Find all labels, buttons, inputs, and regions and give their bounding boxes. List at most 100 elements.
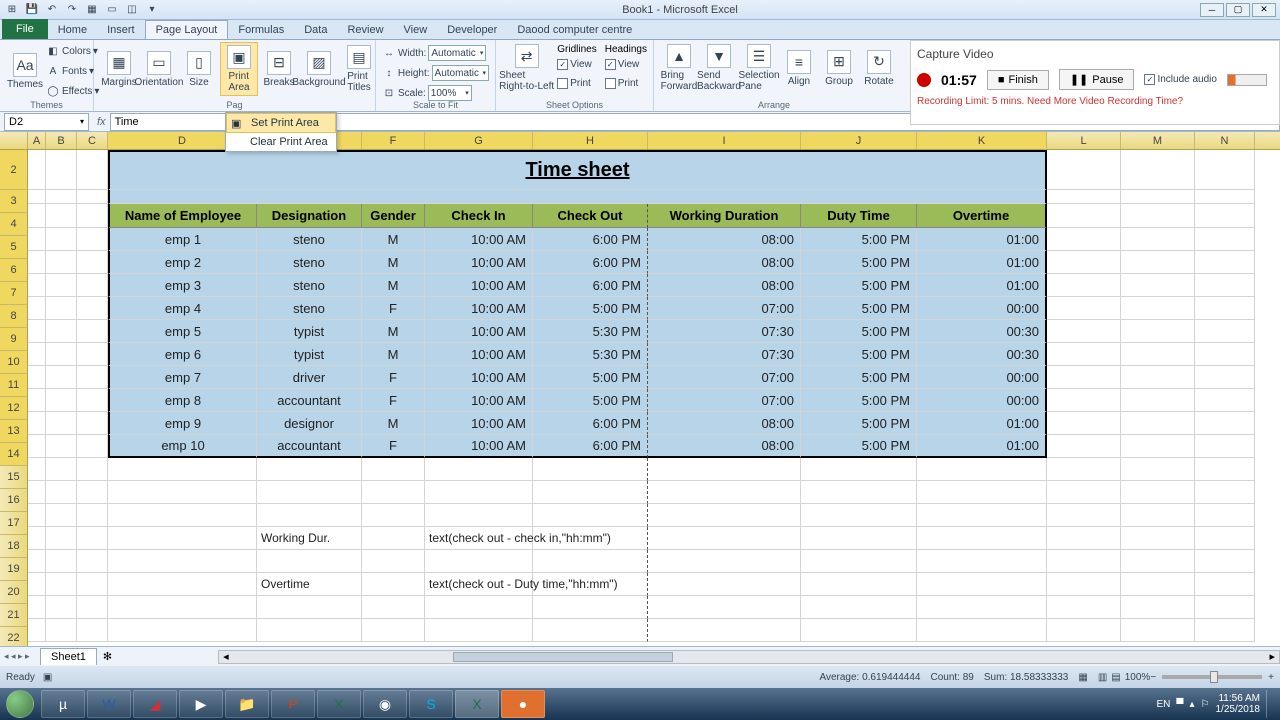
cell[interactable] [648,527,801,550]
pause-button[interactable]: ❚❚Pause [1059,69,1135,90]
cell[interactable] [917,573,1047,596]
col-A[interactable]: A [28,132,46,149]
maximize-button[interactable]: ▢ [1226,3,1250,17]
tab-view[interactable]: View [394,21,438,39]
cell[interactable] [77,573,108,596]
cell[interactable] [108,481,257,504]
col-J[interactable]: J [801,132,917,149]
cell[interactable] [77,619,108,642]
save-icon[interactable]: 💾 [24,2,40,18]
cell[interactable] [362,596,425,619]
cell[interactable] [1195,343,1255,366]
cell[interactable]: 5:00 PM [801,274,917,297]
cell[interactable] [533,504,648,527]
new-sheet-button[interactable]: ✻ [97,650,118,663]
gridlines-print-check[interactable]: Print [557,75,596,93]
cell[interactable] [425,504,533,527]
cell[interactable] [1195,251,1255,274]
cell[interactable] [533,619,648,642]
cell[interactable] [1047,320,1121,343]
cell[interactable]: driver [257,366,362,389]
tray-clock[interactable]: 11:56 AM 1/25/2018 [1216,693,1261,715]
cell[interactable] [108,619,257,642]
orientation-button[interactable]: ▭Orientation [140,49,178,90]
tab-developer[interactable]: Developer [437,21,507,39]
cell[interactable]: steno [257,228,362,251]
col-C[interactable]: C [77,132,108,149]
cell[interactable] [1195,573,1255,596]
cell[interactable] [46,412,77,435]
cell[interactable] [28,481,46,504]
fx-icon[interactable]: fx [97,116,106,128]
cell[interactable]: M [362,412,425,435]
tray-flag-icon[interactable]: ▀ [1176,699,1183,710]
cell[interactable] [801,596,917,619]
cell[interactable] [46,150,77,190]
cell[interactable]: emp 5 [108,320,257,343]
cell[interactable] [1047,527,1121,550]
task-utorrent[interactable]: µ [41,690,85,718]
cell[interactable]: F [362,297,425,320]
cell[interactable] [425,619,533,642]
row-3[interactable]: 3 [0,190,28,213]
cell[interactable] [77,204,108,228]
cell[interactable] [917,458,1047,481]
tray-up-icon[interactable]: ▴ [1190,699,1195,710]
cell[interactable] [108,527,257,550]
cell[interactable] [77,389,108,412]
task-reader[interactable]: ◢ [133,690,177,718]
cell[interactable]: 5:00 PM [533,366,648,389]
cell[interactable] [1047,458,1121,481]
cell[interactable] [1121,596,1195,619]
cell[interactable]: steno [257,297,362,320]
cell[interactable] [1047,274,1121,297]
row-13[interactable]: 13 [0,420,28,443]
cell[interactable]: typist [257,320,362,343]
cell[interactable] [648,619,801,642]
cell[interactable]: accountant [257,389,362,412]
cell[interactable] [917,619,1047,642]
cell[interactable] [46,619,77,642]
start-button[interactable] [0,688,40,720]
cell[interactable] [77,150,108,190]
width-combo[interactable]: Automatic▾ [428,45,486,61]
cell[interactable]: Gender [362,204,425,228]
cell[interactable]: emp 1 [108,228,257,251]
cell[interactable] [257,619,362,642]
view-break-icon[interactable]: ▤ [1111,672,1120,683]
row-19[interactable]: 19 [0,558,28,581]
row-17[interactable]: 17 [0,512,28,535]
view-layout-icon[interactable]: ▥ [1098,672,1107,683]
task-word[interactable]: W [87,690,131,718]
excel-icon[interactable]: ⊞ [4,2,20,18]
cell[interactable] [28,251,46,274]
cell[interactable] [1047,504,1121,527]
cell[interactable] [1047,366,1121,389]
cell[interactable] [108,573,257,596]
cell[interactable] [257,481,362,504]
cell[interactable]: 08:00 [648,228,801,251]
cell[interactable] [77,190,108,204]
cell[interactable] [77,320,108,343]
cell[interactable] [108,458,257,481]
row-11[interactable]: 11 [0,374,28,397]
cell[interactable]: M [362,274,425,297]
cell[interactable]: Overtime [257,573,362,596]
cell[interactable] [1195,389,1255,412]
cell[interactable]: typist [257,343,362,366]
clear-print-area-item[interactable]: Clear Print Area [226,133,336,151]
cell[interactable] [1121,550,1195,573]
task-chrome[interactable]: ◉ [363,690,407,718]
qat-icon2[interactable]: ▭ [104,2,120,18]
cell[interactable] [1047,573,1121,596]
cell[interactable]: M [362,343,425,366]
cell[interactable] [1047,389,1121,412]
cell[interactable]: 00:00 [917,297,1047,320]
cell[interactable] [917,481,1047,504]
cell[interactable]: emp 10 [108,435,257,458]
cell[interactable]: designor [257,412,362,435]
cell[interactable] [46,228,77,251]
cell[interactable] [1047,228,1121,251]
cell[interactable] [77,412,108,435]
cell[interactable] [1121,504,1195,527]
